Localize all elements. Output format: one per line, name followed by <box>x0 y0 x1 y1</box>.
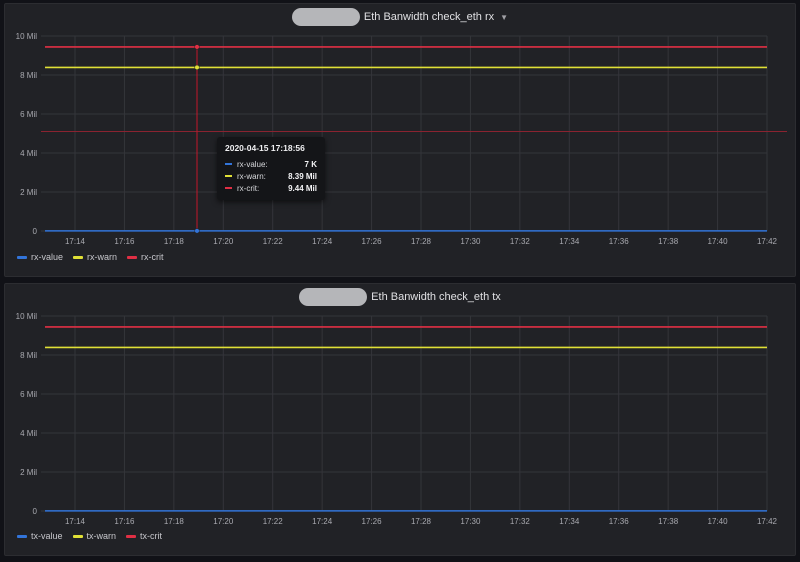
legend-item-tx-value[interactable]: tx-value <box>17 531 63 541</box>
legend-label: rx-crit <box>141 252 164 262</box>
legend-swatch <box>72 534 83 538</box>
legend-item-tx-warn[interactable]: tx-warn <box>72 531 117 541</box>
y-tick-label: 8 Mil <box>20 71 37 80</box>
chart-rx[interactable]: 0 2 Mil 4 Mil 6 Mil 8 Mil 10 Mil 17:14 17:16 17:… <box>5 4 797 278</box>
tooltip-row-rx-value: rx-value: 7 K <box>225 158 317 170</box>
legend-item-tx-crit[interactable]: tx-crit <box>126 531 162 541</box>
x-tick-label: 17:26 <box>362 517 383 526</box>
legend-label: tx-value <box>31 531 63 541</box>
x-tick-label: 17:14 <box>65 237 86 246</box>
panel-rx: Eth Banwidth check_eth rx ▼ 02 Mil 4 Mil 6… <box>4 3 796 277</box>
y-tick-label: 4 Mil <box>20 429 37 438</box>
legend-item-rx-warn[interactable]: rx-warn <box>73 252 117 262</box>
legend: rx-value rx-warn rx-crit <box>17 252 164 262</box>
x-tick-label: 17:24 <box>312 237 333 246</box>
hover-tooltip: 2020-04-15 17:18:56 rx-value: 7 K rx-war… <box>217 137 325 200</box>
hover-point-rx-value <box>194 228 200 234</box>
legend-item-rx-crit[interactable]: rx-crit <box>127 252 164 262</box>
chart-tx[interactable]: 0 2 Mil 4 Mil 6 Mil 8 Mil 10 Mil 17:14 17:16 17:… <box>5 284 797 557</box>
tooltip-swatch <box>225 187 232 189</box>
y-tick-label: 0 <box>33 507 38 516</box>
legend-swatch <box>17 255 27 259</box>
hover-point-rx-crit <box>194 44 200 50</box>
x-tick-label: 17:42 <box>757 517 778 526</box>
tooltip-time: 2020-04-15 17:18:56 <box>225 143 305 153</box>
x-tick-label: 17:16 <box>114 237 135 246</box>
x-tick-label: 17:24 <box>312 517 333 526</box>
y-tick-label: 10 Mil <box>16 32 38 41</box>
x-tick-label: 17:36 <box>609 517 630 526</box>
legend: tx-value tx-warn tx-crit <box>17 531 162 541</box>
y-tick-label: 10 Mil <box>16 312 38 321</box>
x-tick-label: 17:40 <box>708 237 729 246</box>
tooltip-value: 9.44 Mil <box>288 183 317 193</box>
x-tick-label: 17:40 <box>708 517 729 526</box>
y-tick-label: 4 Mil <box>20 149 37 158</box>
x-tick-label: 17:14 <box>65 517 86 526</box>
x-tick-label: 17:34 <box>559 237 580 246</box>
y-tick-label: 6 Mil <box>20 110 37 119</box>
x-tick-label: 17:22 <box>263 517 284 526</box>
x-tick-label: 17:18 <box>164 237 185 246</box>
legend-item-rx-value[interactable]: rx-value <box>17 252 63 262</box>
x-tick-label: 17:22 <box>263 237 284 246</box>
hover-point-rx-warn <box>194 64 200 70</box>
legend-label: tx-crit <box>140 531 163 541</box>
tooltip-label: rx-crit: <box>237 183 260 193</box>
legend-swatch <box>17 534 27 538</box>
x-tick-label: 17:34 <box>559 517 580 526</box>
legend-swatch <box>126 534 137 538</box>
x-tick-label: 17:42 <box>757 237 778 246</box>
tooltip-swatch <box>225 163 232 165</box>
x-tick-label: 17:38 <box>658 237 679 246</box>
y-tick-label: 0 <box>33 227 38 236</box>
x-tick-label: 17:32 <box>510 517 531 526</box>
x-tick-label: 17:30 <box>460 237 481 246</box>
x-tick-label: 17:16 <box>114 517 135 526</box>
tooltip-swatch <box>225 175 232 177</box>
x-tick-label: 17:28 <box>411 237 432 246</box>
legend-label: tx-warn <box>86 531 117 541</box>
x-tick-label: 17:32 <box>510 237 531 246</box>
y-tick-label: 8 Mil <box>20 351 37 360</box>
tooltip-value: 7 K <box>304 159 317 169</box>
panel-tx: Eth Banwidth check_eth tx 02 Mil 4 Mil 6 M… <box>4 283 796 556</box>
legend-label: rx-warn <box>87 252 118 262</box>
x-tick-label: 17:20 <box>213 517 234 526</box>
y-tick-label: 6 Mil <box>20 390 37 399</box>
x-tick-label: 17:26 <box>362 237 383 246</box>
x-tick-label: 17:36 <box>609 237 630 246</box>
x-tick-label: 17:20 <box>213 237 234 246</box>
y-tick-label: 2 Mil <box>20 188 37 197</box>
tooltip-row-rx-crit: rx-crit: 9.44 Mil <box>225 182 317 194</box>
legend-swatch <box>127 255 138 259</box>
tooltip-row-rx-warn: rx-warn: 8.39 Mil <box>225 170 317 182</box>
tooltip-value: 8.39 Mil <box>288 171 317 181</box>
legend-swatch <box>73 255 84 259</box>
x-tick-label: 17:38 <box>658 517 679 526</box>
tooltip-label: rx-warn: <box>237 171 266 181</box>
x-tick-label: 17:18 <box>164 517 185 526</box>
legend-label: rx-value <box>31 252 64 262</box>
y-tick-label: 2 Mil <box>20 468 37 477</box>
x-tick-label: 17:30 <box>460 517 481 526</box>
x-tick-label: 17:28 <box>411 517 432 526</box>
tooltip-label: rx-value: <box>237 159 268 169</box>
